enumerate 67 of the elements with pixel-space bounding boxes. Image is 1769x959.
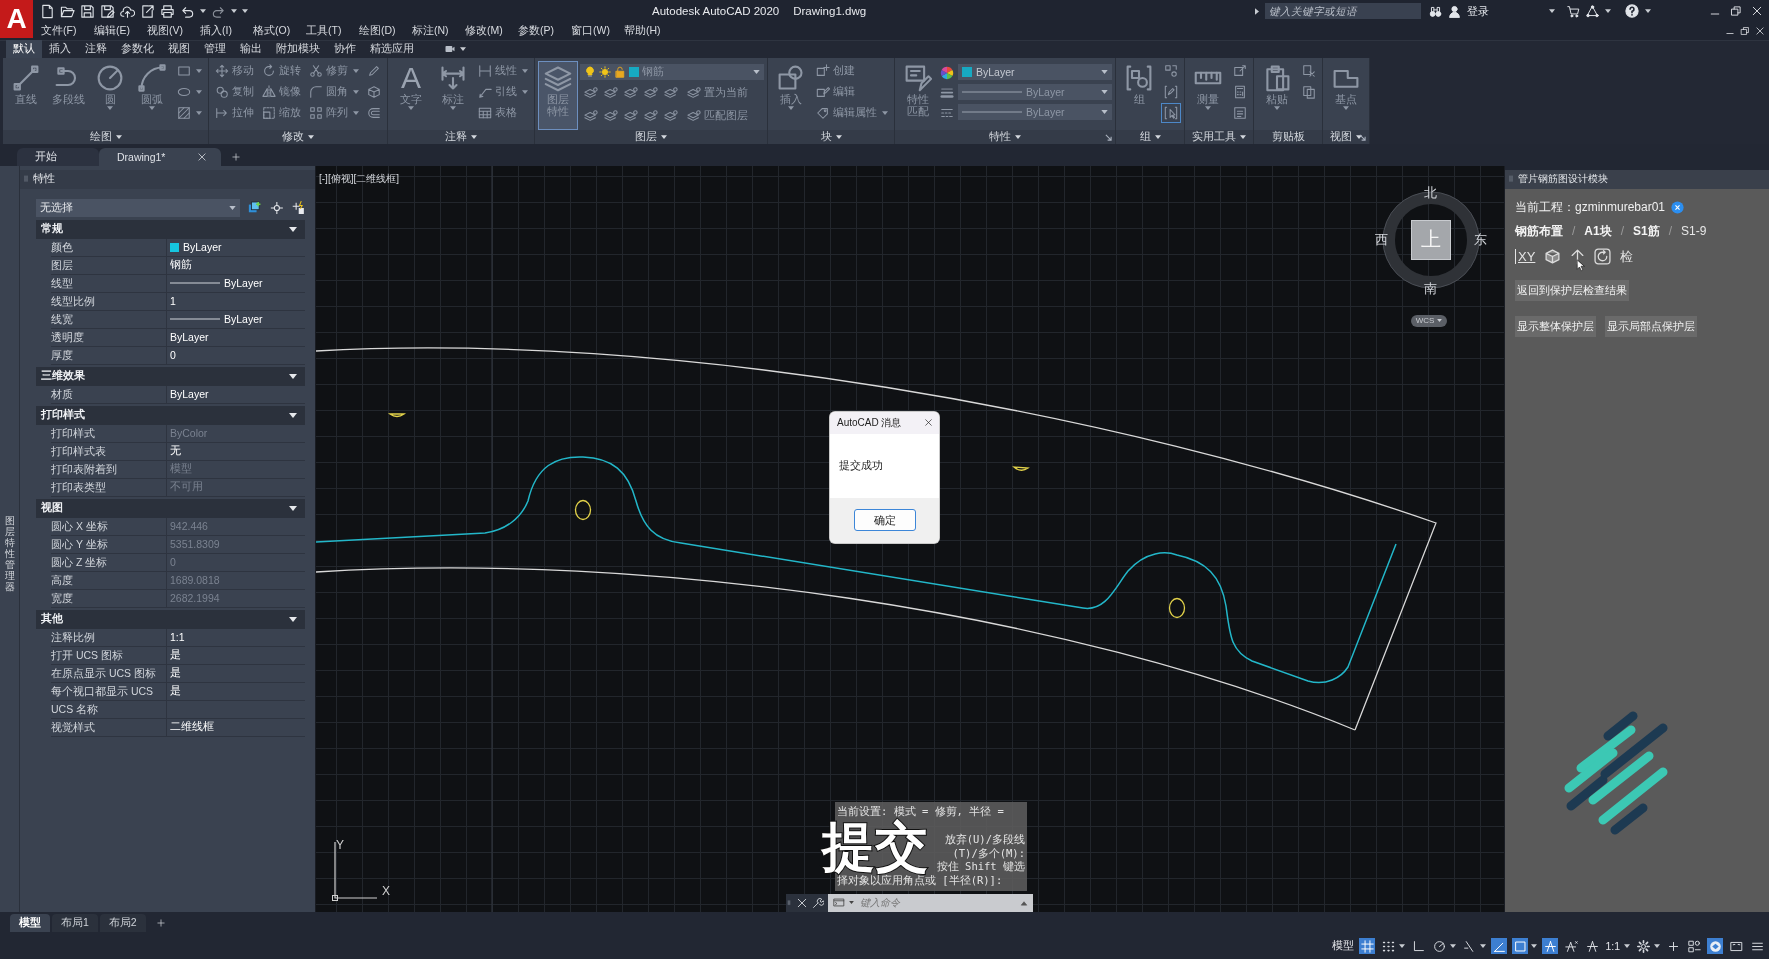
- property-value: 5351.8309: [170, 538, 220, 551]
- palette-title: 管片钢筋图设计模块: [1518, 172, 1608, 187]
- property-label: 厚度: [51, 346, 167, 364]
- property-label: 打开 UCS 图标: [51, 646, 167, 664]
- property-value: 942.446: [170, 520, 208, 533]
- property-label: 打印表附着到: [51, 460, 167, 478]
- command-history-line: 择对象以应用角点或 [半径(R)]:: [837, 873, 1003, 888]
- property-value: 1:1: [170, 631, 185, 644]
- property-label: 圆心 Y 坐标: [51, 535, 167, 553]
- property-label: 打印表类型: [51, 478, 167, 496]
- property-value: 0: [170, 349, 176, 362]
- property-label: 在原点显示 UCS 图标: [51, 664, 167, 682]
- property-value: ByLayer: [183, 241, 222, 254]
- property-label: 圆心 Z 坐标: [51, 553, 167, 571]
- property-label: 线宽: [51, 310, 167, 328]
- property-label: 颜色: [51, 238, 167, 256]
- property-label: 圆心 X 坐标: [51, 517, 167, 535]
- property-value: 2682.1994: [170, 592, 220, 605]
- app-title: Autodesk AutoCAD 2020: [652, 5, 780, 17]
- breadcrumb-separator: /: [1572, 224, 1576, 239]
- property-label: 材质: [51, 385, 167, 403]
- text-glyph-icon: A: [401, 64, 421, 92]
- property-value: 钢筋: [170, 258, 192, 273]
- dialog-title: AutoCAD 消息: [837, 415, 902, 430]
- section-title: 其他: [41, 612, 63, 627]
- property-value: 是: [170, 648, 181, 663]
- section-title: 视图: [41, 501, 63, 516]
- property-label: 图层: [51, 256, 167, 274]
- property-value: 模型: [170, 462, 192, 477]
- property-value: 1689.0818: [170, 574, 220, 587]
- property-label: UCS 名称: [51, 700, 167, 718]
- command-history-line: (T)/多个(M):: [952, 846, 1025, 861]
- property-value: ByColor: [170, 427, 208, 440]
- property-label: 宽度: [51, 589, 167, 607]
- property-label: 高度: [51, 571, 167, 589]
- section-title: 三维效果: [41, 369, 85, 384]
- palette-title: 特性: [33, 172, 55, 187]
- project-name: 当前工程：gzminmurebar01: [1515, 198, 1666, 216]
- property-label: 注释比例: [51, 628, 167, 646]
- property-value: 是: [170, 666, 181, 681]
- subtitle-caption: 提交: [822, 819, 928, 873]
- property-label: 打印样式: [51, 424, 167, 442]
- property-label: 线型: [51, 274, 167, 292]
- document-name: Drawing1.dwg: [793, 5, 867, 17]
- property-value: ByLayer: [224, 313, 263, 326]
- property-value: 二维线框: [170, 720, 214, 735]
- property-label: 透明度: [51, 328, 167, 346]
- breadcrumb-separator: /: [1668, 224, 1673, 239]
- command-history-line: 按住 Shift 键选: [936, 860, 1025, 874]
- axis-label: Y: [336, 837, 344, 852]
- property-label: 打印样式表: [51, 442, 167, 460]
- property-value: 1: [170, 295, 176, 308]
- property-value: ByLayer: [170, 331, 209, 344]
- command-history-line: 放弃(U)/多段线: [944, 833, 1025, 847]
- section-title: 常规: [41, 222, 63, 237]
- property-value: 无: [170, 444, 181, 459]
- axis-label: X: [382, 883, 390, 898]
- property-value: ByLayer: [224, 277, 263, 290]
- section-title: 打印样式: [41, 408, 85, 423]
- property-label: 每个视口都显示 UCS: [51, 682, 167, 700]
- property-value: 是: [170, 684, 181, 699]
- property-value: ByLayer: [170, 388, 209, 401]
- command-history-line: 当前设置: 模式 = 修剪, 半径 =: [837, 804, 1004, 819]
- property-label: 线型比例: [51, 292, 167, 310]
- property-label: 视觉样式: [51, 718, 167, 736]
- breadcrumb-separator: /: [1620, 224, 1625, 239]
- dialog-message: 提交成功: [839, 458, 883, 474]
